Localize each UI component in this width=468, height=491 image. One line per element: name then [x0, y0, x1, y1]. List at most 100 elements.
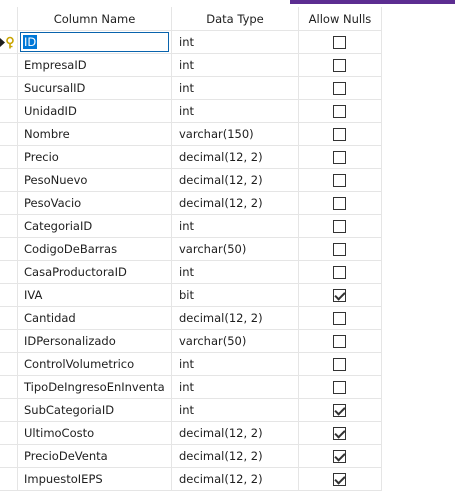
- table-row[interactable]: EmpresaID int: [0, 54, 382, 77]
- table-row[interactable]: SucursalID int: [0, 77, 382, 100]
- data-type-cell[interactable]: int: [172, 353, 299, 376]
- row-selector[interactable]: [0, 468, 18, 491]
- column-name-cell[interactable]: CategoriaID: [18, 215, 172, 238]
- row-selector[interactable]: [0, 31, 18, 54]
- column-name-cell[interactable]: TipoDeIngresoEnInventa: [18, 376, 172, 399]
- table-row[interactable]: PrecioDeVenta decimal(12, 2): [0, 445, 382, 468]
- row-selector[interactable]: [0, 238, 18, 261]
- data-type-cell[interactable]: bit: [172, 284, 299, 307]
- data-type-cell[interactable]: decimal(12, 2): [172, 146, 299, 169]
- allow-nulls-checkbox[interactable]: [333, 289, 346, 302]
- table-row[interactable]: UnidadID int: [0, 100, 382, 123]
- row-selector[interactable]: [0, 54, 18, 77]
- allow-nulls-checkbox[interactable]: [333, 473, 346, 486]
- allow-nulls-checkbox[interactable]: [333, 312, 346, 325]
- row-selector[interactable]: [0, 215, 18, 238]
- data-type-cell[interactable]: decimal(12, 2): [172, 422, 299, 445]
- row-selector[interactable]: [0, 330, 18, 353]
- data-type-cell[interactable]: decimal(12, 2): [172, 192, 299, 215]
- row-selector[interactable]: [0, 445, 18, 468]
- row-selector[interactable]: [0, 100, 18, 123]
- row-selector[interactable]: [0, 399, 18, 422]
- allow-nulls-checkbox[interactable]: [333, 105, 346, 118]
- row-selector[interactable]: [0, 123, 18, 146]
- allow-nulls-checkbox[interactable]: [333, 151, 346, 164]
- table-row[interactable]: CasaProductoraID int: [0, 261, 382, 284]
- table-row[interactable]: Nombre varchar(150): [0, 123, 382, 146]
- column-name-cell[interactable]: IVA: [18, 284, 172, 307]
- column-name-cell[interactable]: SucursalID: [18, 77, 172, 100]
- allow-nulls-checkbox[interactable]: [333, 358, 346, 371]
- table-row[interactable]: Precio decimal(12, 2): [0, 146, 382, 169]
- column-name-cell[interactable]: UltimoCosto: [18, 422, 172, 445]
- allow-nulls-checkbox[interactable]: [333, 174, 346, 187]
- table-row[interactable]: SubCategoriaID int: [0, 399, 382, 422]
- data-type-cell[interactable]: int: [172, 215, 299, 238]
- column-name-cell[interactable]: ControlVolumetrico: [18, 353, 172, 376]
- data-type-cell[interactable]: int: [172, 54, 299, 77]
- table-row[interactable]: IDPersonalizado varchar(50): [0, 330, 382, 353]
- column-name-cell[interactable]: PesoNuevo: [18, 169, 172, 192]
- data-type-cell[interactable]: int: [172, 77, 299, 100]
- column-name-cell[interactable]: PesoVacio: [18, 192, 172, 215]
- column-name-cell[interactable]: CodigoDeBarras: [18, 238, 172, 261]
- data-type-cell[interactable]: int: [172, 399, 299, 422]
- table-row[interactable]: ID int: [0, 31, 382, 54]
- allow-nulls-checkbox[interactable]: [333, 404, 346, 417]
- table-row[interactable]: ControlVolumetrico int: [0, 353, 382, 376]
- column-name-input[interactable]: ID: [20, 32, 169, 52]
- row-selector[interactable]: [0, 307, 18, 330]
- row-selector[interactable]: [0, 422, 18, 445]
- column-name-editor[interactable]: ID: [18, 31, 172, 54]
- table-row[interactable]: Cantidad decimal(12, 2): [0, 307, 382, 330]
- allow-nulls-checkbox[interactable]: [333, 243, 346, 256]
- column-name-cell[interactable]: Cantidad: [18, 307, 172, 330]
- column-name-cell[interactable]: Nombre: [18, 123, 172, 146]
- allow-nulls-checkbox[interactable]: [333, 381, 346, 394]
- allow-nulls-checkbox[interactable]: [333, 128, 346, 141]
- data-type-cell[interactable]: varchar(50): [172, 238, 299, 261]
- table-row[interactable]: CategoriaID int: [0, 215, 382, 238]
- data-type-cell[interactable]: int: [172, 261, 299, 284]
- column-name-cell[interactable]: EmpresaID: [18, 54, 172, 77]
- column-name-cell[interactable]: SubCategoriaID: [18, 399, 172, 422]
- allow-nulls-checkbox[interactable]: [333, 266, 346, 279]
- data-type-cell[interactable]: decimal(12, 2): [172, 169, 299, 192]
- row-selector[interactable]: [0, 353, 18, 376]
- column-name-cell[interactable]: IDPersonalizado: [18, 330, 172, 353]
- allow-nulls-checkbox[interactable]: [333, 197, 346, 210]
- table-row[interactable]: TipoDeIngresoEnInventa int: [0, 376, 382, 399]
- data-type-cell[interactable]: decimal(12, 2): [172, 468, 299, 491]
- data-type-cell[interactable]: int: [172, 376, 299, 399]
- table-row[interactable]: CodigoDeBarras varchar(50): [0, 238, 382, 261]
- row-selector[interactable]: [0, 77, 18, 100]
- row-selector[interactable]: [0, 169, 18, 192]
- allow-nulls-checkbox[interactable]: [333, 335, 346, 348]
- data-type-cell[interactable]: decimal(12, 2): [172, 445, 299, 468]
- table-row[interactable]: UltimoCosto decimal(12, 2): [0, 422, 382, 445]
- row-selector[interactable]: [0, 192, 18, 215]
- column-name-cell[interactable]: UnidadID: [18, 100, 172, 123]
- column-name-cell[interactable]: Precio: [18, 146, 172, 169]
- allow-nulls-checkbox[interactable]: [333, 450, 346, 463]
- table-row[interactable]: ImpuestoIEPS decimal(12, 2): [0, 468, 382, 491]
- row-selector-header[interactable]: [0, 7, 18, 31]
- data-type-cell[interactable]: varchar(50): [172, 330, 299, 353]
- data-type-cell[interactable]: int: [172, 31, 299, 54]
- data-type-cell[interactable]: int: [172, 100, 299, 123]
- table-row[interactable]: PesoVacio decimal(12, 2): [0, 192, 382, 215]
- table-row[interactable]: PesoNuevo decimal(12, 2): [0, 169, 382, 192]
- row-selector[interactable]: [0, 146, 18, 169]
- data-type-cell[interactable]: varchar(150): [172, 123, 299, 146]
- column-name-cell[interactable]: PrecioDeVenta: [18, 445, 172, 468]
- data-type-cell[interactable]: decimal(12, 2): [172, 307, 299, 330]
- row-selector[interactable]: [0, 376, 18, 399]
- allow-nulls-checkbox[interactable]: [333, 427, 346, 440]
- row-selector[interactable]: [0, 261, 18, 284]
- allow-nulls-checkbox[interactable]: [333, 220, 346, 233]
- column-name-cell[interactable]: ImpuestoIEPS: [18, 468, 172, 491]
- allow-nulls-checkbox[interactable]: [333, 59, 346, 72]
- allow-nulls-checkbox[interactable]: [333, 36, 346, 49]
- table-row[interactable]: IVA bit: [0, 284, 382, 307]
- column-name-cell[interactable]: CasaProductoraID: [18, 261, 172, 284]
